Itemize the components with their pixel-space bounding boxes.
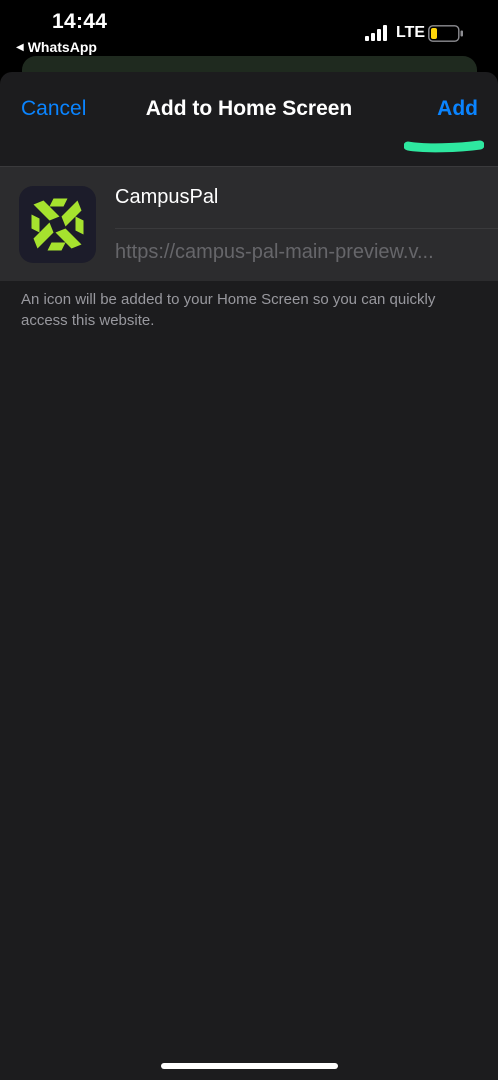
bookmark-name-field[interactable]: CampusPal <box>115 185 498 229</box>
back-app-label: WhatsApp <box>27 39 97 55</box>
add-to-home-sheet: Cancel Add to Home Screen Add CampusPal … <box>0 72 498 1080</box>
back-to-app-link[interactable]: ◀ WhatsApp <box>16 39 97 55</box>
carrier-label: LTE <box>396 24 426 41</box>
sheet-title: Add to Home Screen <box>145 97 353 120</box>
sheet-nav-bar: Cancel Add to Home Screen Add <box>0 72 498 166</box>
status-time: 14:44 <box>52 10 108 33</box>
bookmark-card: CampusPal https://campus-pal-main-previe… <box>0 166 498 281</box>
status-bar: 14:44 ◀ WhatsApp LTE <box>0 0 498 62</box>
battery-icon <box>428 25 463 42</box>
home-screen-note: An icon will be added to your Home Scree… <box>21 291 436 329</box>
add-button[interactable]: Add <box>437 97 478 121</box>
bookmark-url: https://campus-pal-main-preview.v... <box>115 241 434 263</box>
screen: 14:44 ◀ WhatsApp LTE Cancel Add to Home … <box>0 0 498 1080</box>
back-triangle-icon: ◀ <box>16 41 24 53</box>
campuspal-logo-icon <box>19 186 96 263</box>
cellular-signal-icon <box>365 25 387 41</box>
highlight-underline-mark <box>404 140 484 153</box>
home-indicator[interactable] <box>161 1063 338 1069</box>
